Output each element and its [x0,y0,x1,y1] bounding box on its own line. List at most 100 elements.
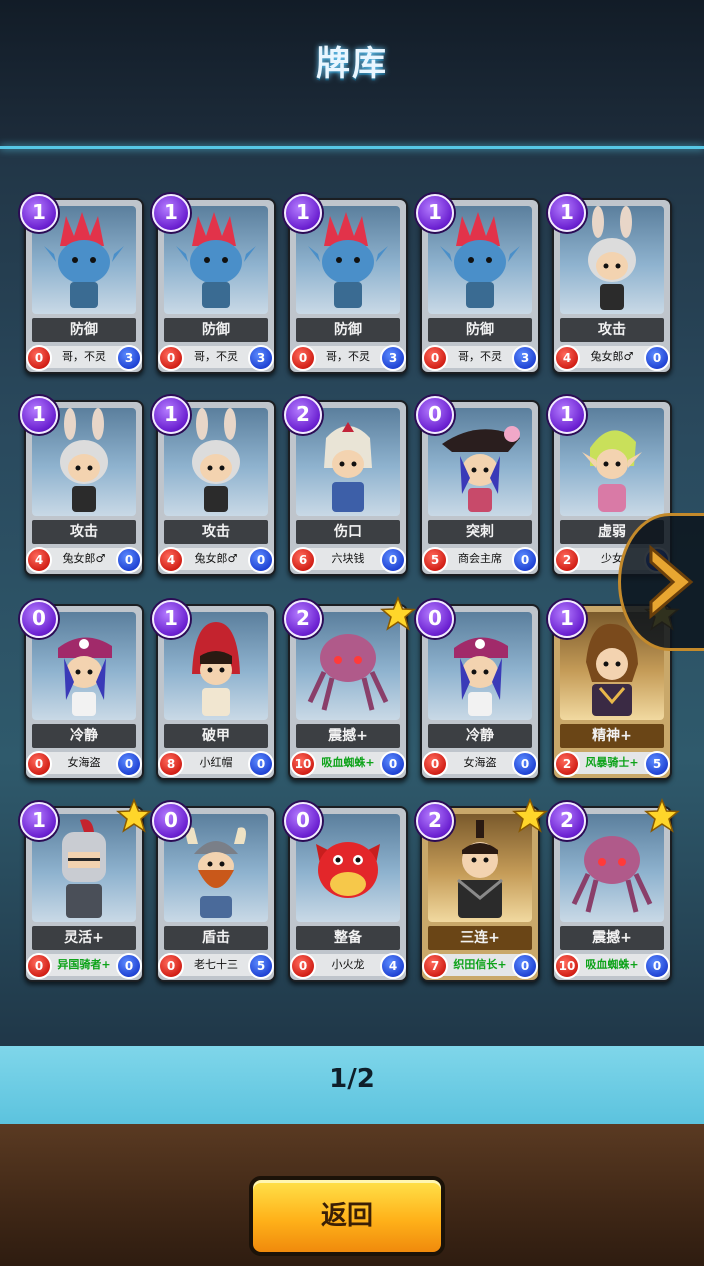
star-icon [644,798,680,834]
card[interactable]: 防御 哥，不灵 0 3 1 [152,194,276,374]
cost-badge: 2 [284,396,322,434]
hp-badge: 4 [380,953,406,979]
card-name: 防御 [296,318,400,342]
hp-badge: 5 [644,751,670,777]
page-indicator: 1/2 [329,1064,375,1094]
card[interactable]: 破甲 小红帽 8 0 1 [152,600,276,780]
cost-badge: 1 [416,194,454,232]
card[interactable]: 灵活+ 异国骑者+ 0 0 1 [20,798,152,982]
card-name: 防御 [428,318,532,342]
hp-badge: 0 [512,953,538,979]
card[interactable]: 整备 小火龙 0 4 0 [284,802,408,982]
star-icon [512,798,548,834]
hp-badge: 0 [116,953,142,979]
card-name: 防御 [32,318,136,342]
hp-badge: 5 [248,953,274,979]
cost-badge: 1 [284,194,322,232]
hp-badge: 3 [380,345,406,371]
card-name: 震撼+ [560,926,664,950]
attack-badge: 10 [554,953,580,979]
card[interactable]: 冷静 女海盗 0 0 0 [416,600,540,780]
card-name: 突刺 [428,520,532,544]
cost-badge: 0 [416,600,454,638]
attack-badge: 2 [554,751,580,777]
attack-badge: 5 [422,547,448,573]
cost-badge: 1 [20,802,58,840]
attack-badge: 0 [26,345,52,371]
attack-badge: 0 [290,953,316,979]
card[interactable]: 防御 哥，不灵 0 3 1 [20,194,144,374]
card[interactable]: 伤口 六块钱 6 0 2 [284,396,408,576]
card[interactable]: 盾击 老七十三 0 5 0 [152,802,276,982]
hp-badge: 0 [116,547,142,573]
cost-badge: 1 [548,194,586,232]
hp-badge: 3 [512,345,538,371]
page-title: 牌库 [316,44,388,84]
hp-badge: 0 [380,547,406,573]
attack-badge: 7 [422,953,448,979]
attack-badge: 4 [26,547,52,573]
hp-badge: 3 [248,345,274,371]
cost-badge: 1 [548,396,586,434]
hp-badge: 0 [512,751,538,777]
card-name: 冷静 [428,724,532,748]
card[interactable]: 防御 哥，不灵 0 3 1 [416,194,540,374]
card-name: 整备 [296,926,400,950]
attack-badge: 0 [26,751,52,777]
card-name: 盾击 [164,926,268,950]
attack-badge: 0 [422,751,448,777]
chevron-right-icon [649,544,694,620]
card[interactable]: 震撼+ 吸血蜘蛛+ 10 0 2 [548,798,680,982]
cost-badge: 1 [20,194,58,232]
card[interactable]: 攻击 兔女郎♂ 4 0 1 [20,396,144,576]
cost-badge: 0 [284,802,322,840]
card[interactable]: 防御 哥，不灵 0 3 1 [284,194,408,374]
card-name: 伤口 [296,520,400,544]
card[interactable]: 攻击 兔女郎♂ 4 0 1 [152,396,276,576]
hp-badge: 0 [644,953,670,979]
card-name: 震撼+ [296,724,400,748]
hp-badge: 0 [116,751,142,777]
hp-badge: 0 [644,345,670,371]
card-name: 攻击 [560,318,664,342]
card[interactable]: 三连+ 织田信长+ 7 0 2 [416,798,548,982]
hp-badge: 0 [380,751,406,777]
hp-badge: 0 [248,751,274,777]
card-name: 防御 [164,318,268,342]
card[interactable]: 突刺 商会主席 5 0 0 [416,396,540,576]
hp-badge: 0 [512,547,538,573]
cost-badge: 1 [152,194,190,232]
attack-badge: 8 [158,751,184,777]
card-name: 攻击 [164,520,268,544]
hp-badge: 3 [116,345,142,371]
attack-badge: 0 [158,953,184,979]
attack-badge: 4 [554,345,580,371]
attack-badge: 0 [290,345,316,371]
card-name: 攻击 [32,520,136,544]
card[interactable]: 震撼+ 吸血蜘蛛+ 10 0 2 [284,596,416,780]
cost-badge: 0 [416,396,454,434]
card-name: 灵活+ [32,926,136,950]
attack-badge: 0 [422,345,448,371]
card[interactable]: 攻击 兔女郎♂ 4 0 1 [548,194,672,374]
attack-badge: 0 [158,345,184,371]
star-icon [116,798,152,834]
attack-badge: 4 [158,547,184,573]
card-name: 三连+ [428,926,532,950]
cost-badge: 2 [284,600,322,638]
back-button-label: 返回 [320,1201,373,1231]
cost-badge: 0 [152,802,190,840]
back-button[interactable]: 返回 [249,1176,445,1256]
cost-badge: 2 [416,802,454,840]
attack-badge: 2 [554,547,580,573]
cost-badge: 1 [152,396,190,434]
header-divider [0,146,704,149]
cost-badge: 1 [152,600,190,638]
hp-badge: 0 [248,547,274,573]
card-name: 破甲 [164,724,268,748]
cost-badge: 1 [20,396,58,434]
card[interactable]: 冷静 女海盗 0 0 0 [20,600,144,780]
card-name: 精神+ [560,724,664,748]
star-icon [380,596,416,632]
card-name: 冷静 [32,724,136,748]
